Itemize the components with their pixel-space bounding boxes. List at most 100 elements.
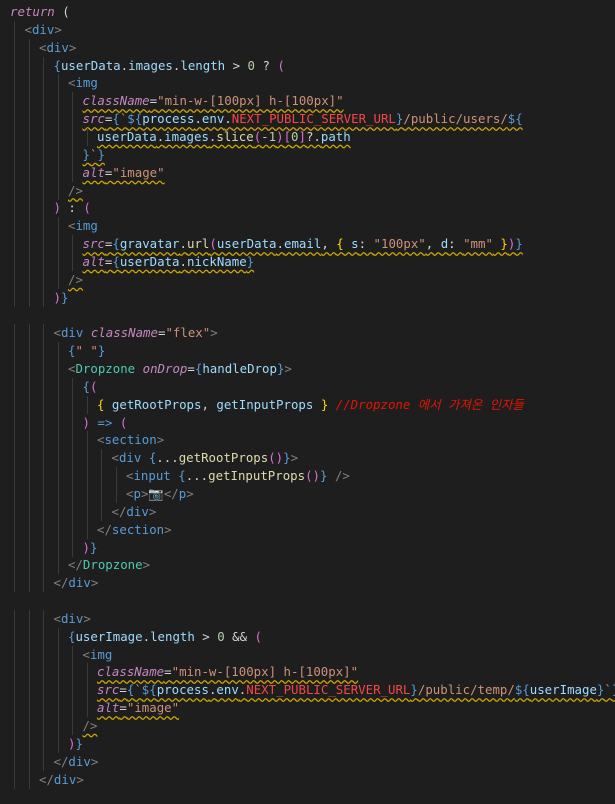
code-token: } xyxy=(283,450,291,466)
code-token: : xyxy=(358,236,374,252)
code-line[interactable]: className="min-w-[100px] h-[100px]" xyxy=(0,92,615,111)
code-token: </ xyxy=(39,771,54,787)
code-line[interactable] xyxy=(0,592,615,610)
code-line[interactable]: </div> xyxy=(0,752,615,771)
code-token: </ xyxy=(53,575,69,591)
indent-guide xyxy=(28,734,30,753)
code-token: process xyxy=(142,111,195,127)
code-line[interactable]: <div> xyxy=(0,609,615,628)
code-line[interactable]: /> xyxy=(0,270,615,289)
code-line[interactable]: <div> xyxy=(0,20,615,39)
code-line[interactable]: )} xyxy=(0,538,615,557)
code-line[interactable]: { getRootProps, getInputProps } //Dropzo… xyxy=(0,395,615,414)
code-line[interactable]: {userImage.length > 0 && ( xyxy=(0,627,615,646)
code-token: > xyxy=(284,361,292,376)
indent-guide xyxy=(28,235,30,254)
code-line[interactable]: {( xyxy=(0,377,615,396)
code-line[interactable]: )} xyxy=(0,288,615,307)
indent-guide xyxy=(43,484,44,503)
indent-guide xyxy=(57,217,59,236)
code-line[interactable]: <img xyxy=(0,217,615,236)
code-token: section xyxy=(104,432,157,448)
code-line[interactable]: }`} xyxy=(0,145,615,164)
indent-guide xyxy=(14,360,15,378)
code-token: "100px" xyxy=(373,236,426,252)
code-text: /> xyxy=(68,182,83,200)
code-token: 0 xyxy=(247,57,255,73)
code-line[interactable]: alt={userData.nickName} xyxy=(0,252,615,271)
code-token: className xyxy=(82,93,150,109)
code-line[interactable]: className="min-w-[100px] h-[100px]" xyxy=(0,663,615,682)
indent-guide xyxy=(28,199,30,218)
code-line[interactable]: <input {...getInputProps()} /> xyxy=(0,467,615,486)
code-token: </ xyxy=(111,503,127,519)
indent-guide xyxy=(57,663,59,682)
indent-guide xyxy=(86,681,88,700)
indent-guide xyxy=(57,92,59,111)
code-line[interactable]: <img xyxy=(0,74,615,93)
code-line[interactable]: <section> xyxy=(0,431,615,450)
code-token: alt xyxy=(82,164,105,180)
code-token: () xyxy=(305,468,321,484)
code-line[interactable]: return ( xyxy=(0,3,615,21)
code-line[interactable]: alt="image" xyxy=(0,163,615,182)
code-line[interactable]: </div> xyxy=(0,574,615,593)
code-token: alt xyxy=(82,253,105,269)
code-line[interactable]: </section> xyxy=(0,520,615,539)
code-line[interactable]: /> xyxy=(0,181,615,200)
indent-guide xyxy=(43,574,44,593)
code-line[interactable]: src={gravatar.url(userData.email, { s: "… xyxy=(0,235,615,254)
indent-guide xyxy=(28,484,30,503)
code-token: } xyxy=(492,236,508,252)
code-token: ... xyxy=(156,450,179,466)
code-line[interactable]: ) : ( xyxy=(0,199,615,218)
code-text: alt="image" xyxy=(97,699,179,717)
code-line[interactable]: ) => ( xyxy=(0,413,615,432)
indent-guide xyxy=(72,538,73,557)
code-text: alt={userData.nickName} xyxy=(83,253,255,271)
code-line[interactable]: src={`${process.env.NEXT_PUBLIC_SERVER_U… xyxy=(0,110,615,129)
code-token: input xyxy=(133,468,171,484)
code-token: () xyxy=(268,450,284,466)
code-line[interactable]: {userData.images.length > 0 ? ( xyxy=(0,56,615,75)
code-line[interactable]: /> xyxy=(0,717,615,735)
code-token: url xyxy=(186,236,210,252)
code-token: "min-w-[100px] h-[100px]" xyxy=(171,664,359,680)
code-line[interactable]: <div {...getRootProps()}> xyxy=(0,449,615,468)
code-line[interactable]: )} xyxy=(0,734,615,753)
indent-guide xyxy=(72,110,73,129)
code-editor[interactable]: return (<div> <div> {userData.images.lengt… xyxy=(0,0,615,804)
code-token: slice xyxy=(216,128,254,144)
code-line[interactable]: </div> xyxy=(0,502,615,521)
code-line[interactable] xyxy=(0,306,615,324)
indent-guide xyxy=(14,56,15,75)
code-token: , xyxy=(321,236,337,252)
code-line[interactable]: src={`${process.env.NEXT_PUBLIC_SERVER_U… xyxy=(0,681,615,700)
code-line[interactable]: {" "} xyxy=(0,342,615,361)
indent-guide xyxy=(115,467,117,486)
indent-guide xyxy=(57,145,59,164)
code-line[interactable]: <p>📷</p> xyxy=(0,484,615,503)
indent-guide xyxy=(57,449,59,468)
indent-guide xyxy=(43,270,44,289)
code-line[interactable]: userData.images.slice(-1)[0]?.path xyxy=(0,127,615,146)
code-line[interactable]: <div> xyxy=(0,38,615,57)
code-line[interactable]: <img xyxy=(0,645,615,664)
indent-guide xyxy=(14,413,15,432)
indent-guide xyxy=(57,645,59,664)
indent-guide xyxy=(72,699,73,718)
indent-guide xyxy=(14,574,15,593)
indent-guide xyxy=(14,502,15,521)
code-line[interactable]: <Dropzone onDrop={handleDrop}> xyxy=(0,360,615,378)
code-line[interactable]: </Dropzone> xyxy=(0,556,615,575)
code-token: className xyxy=(90,325,158,341)
code-token: . xyxy=(120,57,129,73)
code-line[interactable]: <div className="flex"> xyxy=(0,324,615,343)
code-token: > xyxy=(194,628,218,644)
indent-guide xyxy=(43,74,44,93)
code-token: . xyxy=(276,236,284,252)
code-token: = xyxy=(187,361,195,376)
code-line[interactable]: </div> xyxy=(0,770,615,789)
code-line[interactable]: alt="image" xyxy=(0,699,615,718)
code-token: { xyxy=(112,111,120,127)
